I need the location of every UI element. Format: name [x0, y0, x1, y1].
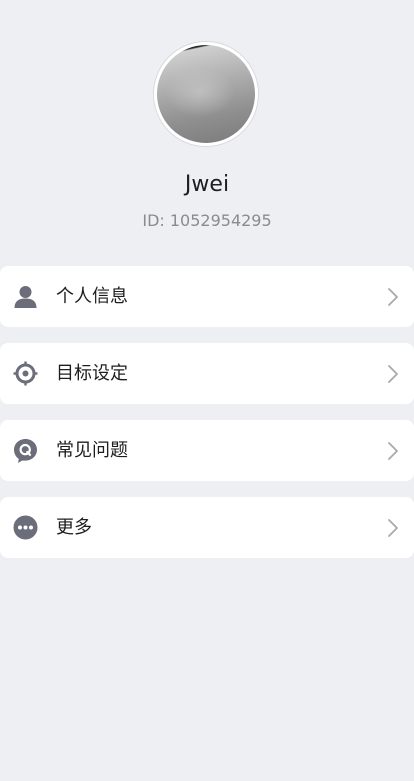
more-icon [13, 515, 38, 540]
menu-item-label: 个人信息 [56, 286, 128, 307]
menu-item-more[interactable]: 更多 [0, 497, 414, 558]
question-icon [14, 439, 37, 463]
target-icon [13, 361, 38, 386]
menu-item-personal-info[interactable]: 个人信息 [0, 266, 414, 327]
avatar[interactable] [154, 42, 258, 146]
user-icon [14, 286, 37, 308]
user-id: ID: 1052954295 [142, 211, 272, 230]
avatar-photo [165, 67, 235, 117]
menu-item-goal-setting[interactable]: 目标设定 [0, 343, 414, 404]
menu-item-label: 更多 [56, 517, 92, 538]
menu-item-label: 常见问题 [56, 440, 128, 461]
profile-header: Jwei ID: 1052954295 [0, 0, 414, 250]
chevron-right-icon [388, 365, 398, 383]
user-name: Jwei [184, 172, 230, 197]
chevron-right-icon [388, 519, 398, 537]
chevron-right-icon [388, 442, 398, 460]
chevron-right-icon [388, 288, 398, 306]
menu-item-label: 目标设定 [56, 363, 128, 384]
menu-item-faq[interactable]: 常见问题 [0, 420, 414, 481]
